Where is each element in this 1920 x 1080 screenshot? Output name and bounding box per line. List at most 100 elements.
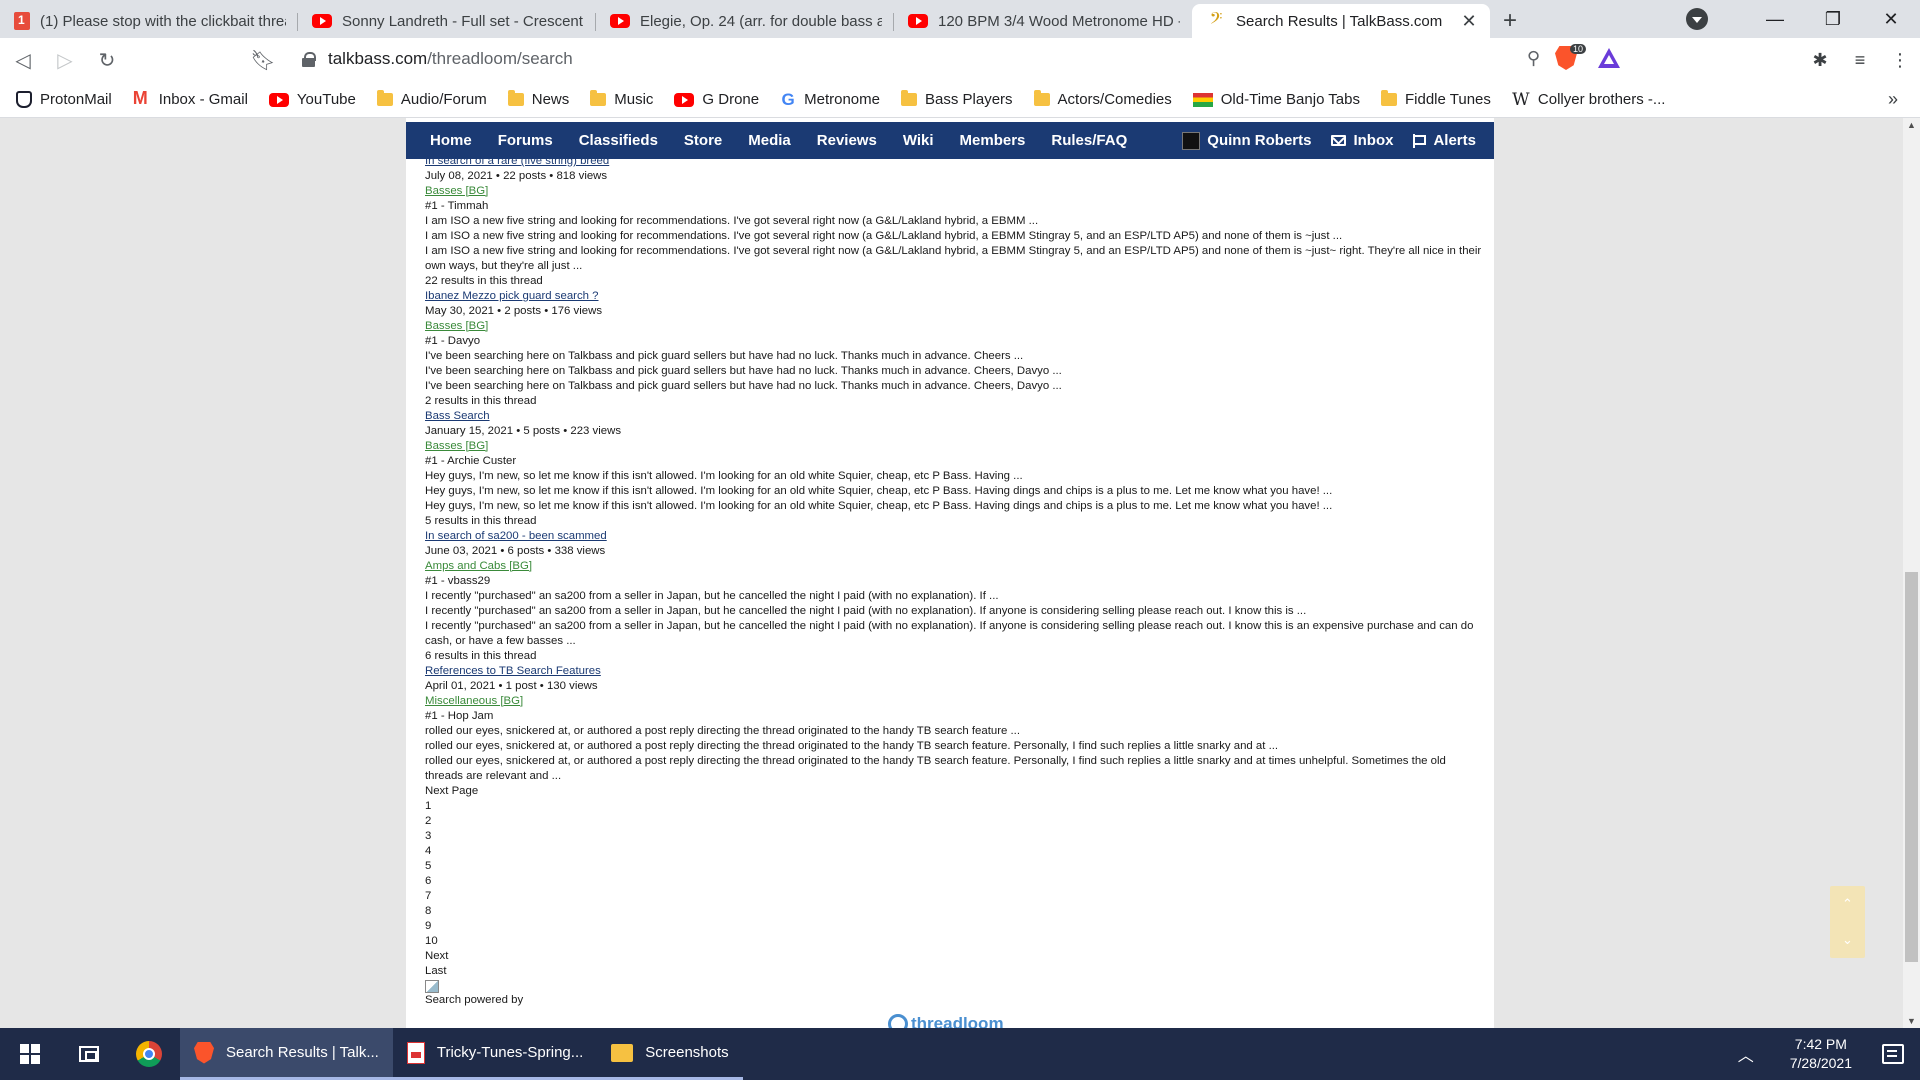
thread-title-link[interactable]: Ibanez Mezzo pick guard search ? xyxy=(425,290,599,302)
chrome-taskbar-button[interactable] xyxy=(118,1028,180,1080)
page-number-link[interactable]: 7 xyxy=(425,889,1485,904)
url-text[interactable]: talkbass.com/threadloom/search xyxy=(328,49,573,69)
address-bar[interactable]: talkbass.com/threadloom/search ⚲ xyxy=(290,42,1580,76)
forum-link[interactable]: Basses [BG] xyxy=(425,320,488,332)
nav-classifieds[interactable]: Classifieds xyxy=(579,132,658,149)
bookmark-folder[interactable]: Fiddle Tunes xyxy=(1381,90,1491,108)
result-snippet: I am ISO a new five string and looking f… xyxy=(425,230,1343,242)
task-view-icon xyxy=(79,1046,99,1062)
last-link[interactable]: Last xyxy=(425,964,1485,979)
tab-search-icon[interactable] xyxy=(1686,8,1708,30)
bookmark-item[interactable]: G Metronome xyxy=(780,90,881,110)
close-window-button[interactable]: ✕ xyxy=(1862,9,1920,30)
account-link[interactable]: Quinn Roberts xyxy=(1182,131,1311,150)
forward-button[interactable]: ▷ xyxy=(46,48,84,73)
page-number-link[interactable]: 10 xyxy=(425,934,1485,949)
browser-toolbar: ◁ ▷ ↻ 🔖︎ talkbass.com/threadloom/search … xyxy=(0,38,1920,82)
browser-tab-active[interactable]: 𝄢 Search Results | TalkBass.com ✕ xyxy=(1192,4,1490,38)
back-button[interactable]: ◁ xyxy=(4,48,42,73)
page-number-link[interactable]: 8 xyxy=(425,904,1485,919)
page-number-link[interactable]: 3 xyxy=(425,829,1485,844)
nav-reviews[interactable]: Reviews xyxy=(817,132,877,149)
page-number-link[interactable]: 2 xyxy=(425,814,1485,829)
page-scrollbar[interactable]: ▲ ▼ xyxy=(1903,118,1920,1028)
bookmark-item[interactable]: W Collyer brothers -... xyxy=(1512,90,1665,110)
scroll-down-arrow-icon[interactable]: ▼ xyxy=(1907,1016,1916,1026)
alerts-link[interactable]: Alerts xyxy=(1413,132,1476,149)
scroll-top-button[interactable]: ⌃ xyxy=(1830,886,1865,922)
scroll-widget: ⌃ ⌄ xyxy=(1830,886,1865,958)
threadloom-logo[interactable]: threadloom xyxy=(888,1014,1004,1028)
forum-link[interactable]: Basses [BG] xyxy=(425,440,488,452)
bookmark-label: Actors/Comedies xyxy=(1057,91,1172,108)
browser-tab[interactable]: (1) Please stop with the clickbait threa xyxy=(0,4,298,38)
page-viewport: Home Forums Classifieds Store Media Revi… xyxy=(0,118,1920,1028)
flag-icon xyxy=(1413,133,1427,148)
bookmark-item[interactable]: Inbox - Gmail xyxy=(133,88,248,109)
envelope-icon xyxy=(1331,135,1347,146)
browser-tab[interactable]: Sonny Landreth - Full set - Crescent C xyxy=(298,4,596,38)
nav-home[interactable]: Home xyxy=(430,132,472,149)
inbox-link[interactable]: Inbox xyxy=(1331,132,1393,149)
scroll-up-arrow-icon[interactable]: ▲ xyxy=(1907,120,1916,130)
extensions-icon[interactable]: ✱ xyxy=(1800,50,1840,71)
scroll-bottom-button[interactable]: ⌄ xyxy=(1830,922,1865,958)
menu-icon[interactable]: ⋮ xyxy=(1880,50,1920,71)
results-count: 6 results in this thread xyxy=(425,650,537,662)
restore-button[interactable]: ❐ xyxy=(1804,9,1862,30)
show-hidden-icons-icon[interactable]: ︿ xyxy=(1738,1042,1754,1066)
lock-icon[interactable] xyxy=(302,52,316,67)
forum-link[interactable]: Amps and Cabs [BG] xyxy=(425,560,532,572)
bookmark-item[interactable]: Old-Time Banjo Tabs xyxy=(1192,91,1360,108)
reload-button[interactable]: ↻ xyxy=(88,48,126,73)
search-results: In search of a rare (five string) breed … xyxy=(425,154,1485,1008)
bookmark-item[interactable]: ProtonMail xyxy=(16,91,112,108)
browser-tab[interactable]: Elegie, Op. 24 (arr. for double bass and xyxy=(596,4,894,38)
bookmark-folder[interactable]: Bass Players xyxy=(901,90,1013,108)
forum-link[interactable]: Miscellaneous [BG] xyxy=(425,695,523,707)
taskbar-app-brave[interactable]: Search Results | Talk... xyxy=(180,1028,393,1080)
scrollbar-thumb[interactable] xyxy=(1905,572,1918,962)
notifications-icon[interactable] xyxy=(1882,1044,1904,1064)
page-number-link[interactable]: 6 xyxy=(425,874,1485,889)
page-number-link[interactable]: 9 xyxy=(425,919,1485,934)
media-queue-icon[interactable]: ≡ xyxy=(1840,50,1880,71)
bookmark-item[interactable]: YouTube xyxy=(268,91,356,108)
clock[interactable]: 7:42 PM 7/28/2021 xyxy=(1790,1035,1852,1073)
bookmark-folder[interactable]: Actors/Comedies xyxy=(1033,90,1172,108)
thread-title-link[interactable]: In search of sa200 - been scammed xyxy=(425,530,607,542)
page-number-link[interactable]: 4 xyxy=(425,844,1485,859)
task-view-button[interactable] xyxy=(60,1028,118,1080)
new-tab-button[interactable]: + xyxy=(1490,4,1530,38)
more-bookmarks-icon[interactable]: » xyxy=(1888,89,1898,110)
bookmark-folder[interactable]: News xyxy=(507,90,569,108)
nav-forums[interactable]: Forums xyxy=(498,132,553,149)
page-number-link[interactable]: 5 xyxy=(425,859,1485,874)
nav-members[interactable]: Members xyxy=(960,132,1026,149)
bookmark-folder[interactable]: Music xyxy=(590,90,653,108)
page-number-link[interactable]: 1 xyxy=(425,799,1485,814)
minimize-button[interactable]: — xyxy=(1746,9,1804,30)
nav-media[interactable]: Media xyxy=(748,132,791,149)
brave-rewards-icon[interactable] xyxy=(1598,48,1620,68)
next-link[interactable]: Next xyxy=(425,949,1485,964)
thread-title-link[interactable]: References to TB Search Features xyxy=(425,665,601,677)
close-tab-icon[interactable]: ✕ xyxy=(1460,11,1478,32)
bookmark-item[interactable]: G Drone xyxy=(674,91,759,108)
nav-wiki[interactable]: Wiki xyxy=(903,132,934,149)
post-author: #1 - vbass29 xyxy=(425,575,491,587)
result-snippet: I've been searching here on Talkbass and… xyxy=(425,365,1062,377)
result-snippet: I've been searching here on Talkbass and… xyxy=(425,350,1024,362)
zoom-icon[interactable]: ⚲ xyxy=(1527,48,1540,69)
taskbar-app-pdf[interactable]: Tricky-Tunes-Spring... xyxy=(392,1028,598,1080)
thread-title-link[interactable]: Bass Search xyxy=(425,410,490,422)
forum-link[interactable]: Basses [BG] xyxy=(425,185,488,197)
browser-tab[interactable]: 120 BPM 3/4 Wood Metronome HD - xyxy=(894,4,1192,38)
start-button[interactable] xyxy=(0,1028,60,1080)
bookmark-icon[interactable]: 🔖︎ xyxy=(244,48,282,73)
nav-store[interactable]: Store xyxy=(684,132,722,149)
taskbar-app-explorer[interactable]: Screenshots xyxy=(597,1028,743,1080)
bookmark-label: ProtonMail xyxy=(40,91,112,108)
bookmark-folder[interactable]: Audio/Forum xyxy=(376,90,487,108)
nav-rules-faq[interactable]: Rules/FAQ xyxy=(1051,132,1127,149)
